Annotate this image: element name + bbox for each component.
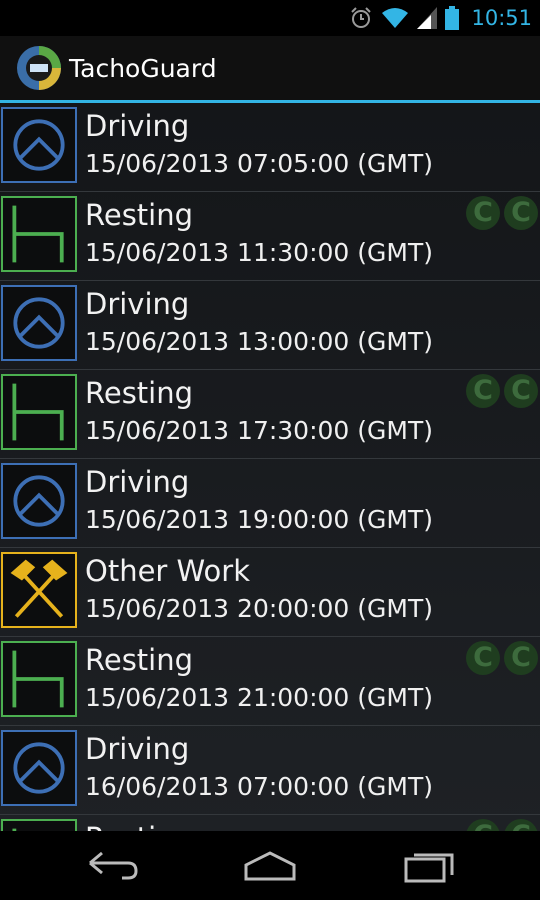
c-badge: C [504,819,538,831]
navigation-bar [0,831,540,900]
c-badge: C [504,196,538,230]
c-badge: C [504,374,538,408]
badge-group: CC [466,819,538,831]
tachograph-app-icon[interactable] [16,45,62,91]
steering-wheel-icon [1,107,77,183]
c-badge: C [504,641,538,675]
badge-group: CC [466,374,538,408]
activity-time: 15/06/2013 11:30:00 (GMT) [85,238,433,267]
wifi-icon [382,8,409,28]
activity-type: Resting [85,820,193,831]
activity-time: 16/06/2013 07:00:00 (GMT) [85,772,433,801]
recent-apps-icon[interactable] [400,845,460,885]
badge-group: CC [466,196,538,230]
bed-icon [1,641,77,717]
list-item[interactable]: Resting 15/06/2013 11:30:00 (GMT) C C [0,192,540,281]
bed-icon [1,196,77,272]
signal-icon [417,7,438,29]
c-badge: C [466,641,500,675]
activity-time: 15/06/2013 21:00:00 (GMT) [85,683,433,712]
crossed-hammers-icon [1,552,77,628]
activity-time: 15/06/2013 17:30:00 (GMT) [85,416,433,445]
list-item[interactable]: Driving 15/06/2013 07:05:00 (GMT) [0,103,540,192]
home-icon[interactable] [240,845,300,885]
badge-group: CC [466,641,538,675]
status-bar: 10:51 [0,0,540,36]
app-title: TachoGuard [69,54,217,83]
activity-type: Resting [85,643,194,677]
activity-type: Driving [85,287,190,321]
battery-icon [445,6,460,30]
activity-time: 15/06/2013 20:00:00 (GMT) [85,594,433,623]
list-item[interactable]: Driving 15/06/2013 19:00:00 (GMT) [0,459,540,548]
activity-type: Driving [85,732,190,766]
activity-type: Resting [85,198,194,232]
list-item[interactable]: Resting 15/06/2013 21:00:00 (GMT) C C [0,637,540,726]
list-item[interactable]: Resting CC [0,815,540,831]
list-item[interactable]: Driving 16/06/2013 07:00:00 (GMT) [0,726,540,815]
activity-type: Other Work [85,554,250,588]
action-bar: TachoGuard [0,36,540,100]
status-icons: 10:51 [349,0,532,36]
back-icon[interactable] [82,845,142,885]
activity-time: 15/06/2013 19:00:00 (GMT) [85,505,433,534]
list-item[interactable]: Other Work 15/06/2013 20:00:00 (GMT) [0,548,540,637]
c-badge: C [466,196,500,230]
alarm-icon [351,7,372,28]
bed-icon [1,374,77,450]
activity-type: Driving [85,109,190,143]
steering-wheel-icon [1,463,77,539]
list-item[interactable]: Driving 15/06/2013 13:00:00 (GMT) [0,281,540,370]
clock: 10:51 [471,6,532,30]
activity-time: 15/06/2013 07:05:00 (GMT) [85,149,433,178]
c-badge: C [466,374,500,408]
list-item[interactable]: Resting 15/06/2013 17:30:00 (GMT) C C [0,370,540,459]
activity-type: Driving [85,465,190,499]
c-badge: C [466,819,500,831]
activity-time: 15/06/2013 13:00:00 (GMT) [85,327,433,356]
bed-icon [1,819,77,831]
activity-list[interactable]: Driving 15/06/2013 07:05:00 (GMT) Resting 1… [0,103,540,831]
steering-wheel-icon [1,285,77,361]
steering-wheel-icon [1,730,77,806]
activity-type: Resting [85,376,194,410]
